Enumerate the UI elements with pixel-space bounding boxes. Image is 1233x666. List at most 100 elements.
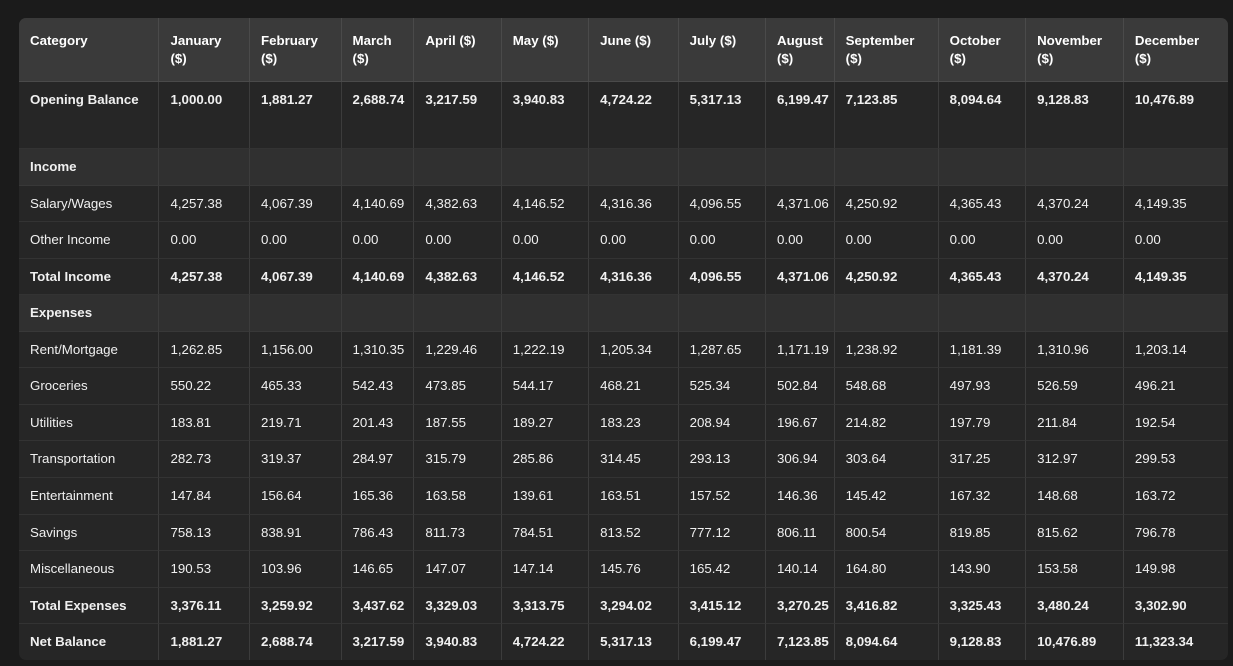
value-cell: 164.80 bbox=[834, 551, 939, 588]
value-cell: 312.97 bbox=[1026, 441, 1124, 479]
value-cell: 147.07 bbox=[414, 551, 502, 588]
value-cell: 473.85 bbox=[414, 368, 502, 405]
value-cell: 4,257.38 bbox=[159, 185, 250, 223]
value-cell: 548.68 bbox=[834, 368, 939, 405]
value-cell: 317.25 bbox=[938, 441, 1027, 479]
value-cell: 838.91 bbox=[249, 514, 342, 552]
value-cell: 1,881.27 bbox=[249, 82, 342, 150]
value-cell: 197.79 bbox=[938, 404, 1027, 442]
value-cell: 103.96 bbox=[249, 551, 342, 588]
table-row: Opening Balance 1,000.00 1,881.27 2,688.74 3… bbox=[19, 82, 1228, 150]
value-cell bbox=[249, 149, 342, 186]
value-cell bbox=[1123, 149, 1228, 186]
column-header-month[interactable]: August ($) bbox=[765, 18, 835, 83]
value-cell bbox=[159, 149, 250, 186]
value-cell: 4,146.52 bbox=[501, 185, 590, 223]
value-cell: 3,415.12 bbox=[678, 587, 766, 625]
value-cell: 183.23 bbox=[589, 404, 679, 442]
column-header-month[interactable]: October ($) bbox=[938, 18, 1027, 83]
value-cell: 0.00 bbox=[678, 222, 766, 259]
value-cell: 542.43 bbox=[341, 368, 415, 405]
column-header-month[interactable]: June ($) bbox=[589, 18, 679, 83]
row-label-cell: Groceries bbox=[19, 368, 160, 405]
value-cell: 3,329.03 bbox=[414, 587, 502, 625]
value-cell: 3,325.43 bbox=[938, 587, 1027, 625]
value-cell: 3,217.59 bbox=[342, 624, 415, 660]
value-cell: 3,294.02 bbox=[589, 587, 679, 625]
table-row: Total Income 4,257.38 4,067.39 4,140.69 4,38… bbox=[19, 258, 1228, 296]
value-cell: 139.61 bbox=[501, 478, 590, 515]
value-cell: 6,199.47 bbox=[679, 624, 766, 660]
value-cell: 3,940.83 bbox=[501, 82, 590, 150]
row-label-cell: Expenses bbox=[19, 295, 160, 332]
value-cell bbox=[501, 295, 590, 332]
row-label-cell: Income bbox=[19, 149, 160, 186]
row-label-cell: Entertainment bbox=[19, 478, 160, 515]
value-cell: 4,250.92 bbox=[834, 185, 939, 223]
value-cell: 4,149.35 bbox=[1123, 259, 1228, 296]
value-cell: 811.73 bbox=[414, 514, 502, 552]
value-cell: 4,382.63 bbox=[414, 258, 502, 296]
value-cell: 0.00 bbox=[414, 222, 502, 259]
value-cell: 5,317.13 bbox=[589, 624, 679, 660]
value-cell: 796.78 bbox=[1123, 515, 1228, 552]
table-row: Net Balance 1,881.27 2,688.74 3,217.59 3,940… bbox=[19, 624, 1228, 660]
value-cell: 0.00 bbox=[159, 222, 250, 259]
table-row: Other Income 0.00 0.00 0.00 0.00 0.00 0.00 0.00… bbox=[19, 222, 1228, 259]
value-cell bbox=[414, 295, 502, 332]
column-header-month[interactable]: September ($) bbox=[834, 18, 939, 83]
value-cell: 550.22 bbox=[159, 368, 250, 405]
value-cell: 526.59 bbox=[1026, 368, 1124, 405]
value-cell bbox=[341, 295, 415, 332]
value-cell: 1,203.14 bbox=[1123, 332, 1228, 369]
value-cell: 777.12 bbox=[678, 514, 766, 552]
value-cell: 0.00 bbox=[341, 222, 415, 259]
column-header-month[interactable]: March ($) bbox=[341, 18, 415, 83]
column-header-month[interactable]: November ($) bbox=[1026, 18, 1124, 83]
value-cell: 147.14 bbox=[501, 551, 590, 588]
value-cell: 4,370.24 bbox=[1026, 258, 1124, 296]
table-row: Entertainment 147.84 156.64 165.36 163.58 139… bbox=[19, 478, 1228, 515]
value-cell: 7,123.85 bbox=[766, 624, 835, 660]
column-header-category[interactable]: Category bbox=[19, 18, 160, 83]
value-cell: 163.58 bbox=[414, 478, 502, 515]
value-cell: 4,146.52 bbox=[501, 258, 590, 296]
value-cell: 3,480.24 bbox=[1026, 587, 1124, 625]
value-cell: 4,370.24 bbox=[1026, 185, 1124, 223]
value-cell: 219.71 bbox=[249, 404, 342, 442]
value-cell: 319.37 bbox=[249, 441, 342, 479]
value-cell bbox=[938, 295, 1027, 332]
value-cell: 468.21 bbox=[589, 368, 679, 405]
value-cell: 3,302.90 bbox=[1123, 588, 1228, 625]
column-header-month[interactable]: May ($) bbox=[501, 18, 590, 83]
row-label-cell: Other Income bbox=[19, 222, 160, 259]
value-cell: 2,688.74 bbox=[341, 82, 415, 150]
table-row: Expenses bbox=[19, 295, 1228, 332]
column-header-month[interactable]: July ($) bbox=[678, 18, 766, 83]
column-header-month[interactable]: February ($) bbox=[249, 18, 342, 83]
value-cell: 9,128.83 bbox=[1026, 82, 1124, 150]
header-row: Category January ($) February ($) March ($)… bbox=[19, 18, 1228, 83]
value-cell: 2,688.74 bbox=[250, 624, 342, 660]
value-cell bbox=[501, 149, 590, 186]
column-header-month[interactable]: January ($) bbox=[159, 18, 250, 83]
value-cell bbox=[1026, 149, 1124, 186]
value-cell: 1,262.85 bbox=[159, 331, 250, 369]
value-cell: 143.90 bbox=[938, 551, 1027, 588]
value-cell: 187.55 bbox=[414, 404, 502, 442]
value-cell: 4,257.38 bbox=[159, 258, 250, 296]
value-cell: 303.64 bbox=[834, 441, 939, 479]
value-cell: 465.33 bbox=[249, 368, 342, 405]
value-cell bbox=[765, 149, 835, 186]
table-row: Rent/Mortgage 1,262.85 1,156.00 1,310.35 1,2… bbox=[19, 331, 1228, 369]
column-header-month[interactable]: April ($) bbox=[414, 18, 502, 83]
row-label-cell: Opening Balance bbox=[19, 82, 160, 150]
value-cell: 10,476.89 bbox=[1123, 82, 1228, 150]
value-cell: 0.00 bbox=[1123, 222, 1228, 259]
column-header-month[interactable]: December ($) bbox=[1123, 18, 1228, 83]
row-label-cell: Salary/Wages bbox=[19, 185, 160, 223]
value-cell: 153.58 bbox=[1026, 551, 1124, 588]
value-cell bbox=[159, 295, 250, 332]
value-cell: 284.97 bbox=[341, 441, 415, 479]
table-row: Miscellaneous 190.53 103.96 146.65 147.07 147… bbox=[19, 551, 1228, 588]
